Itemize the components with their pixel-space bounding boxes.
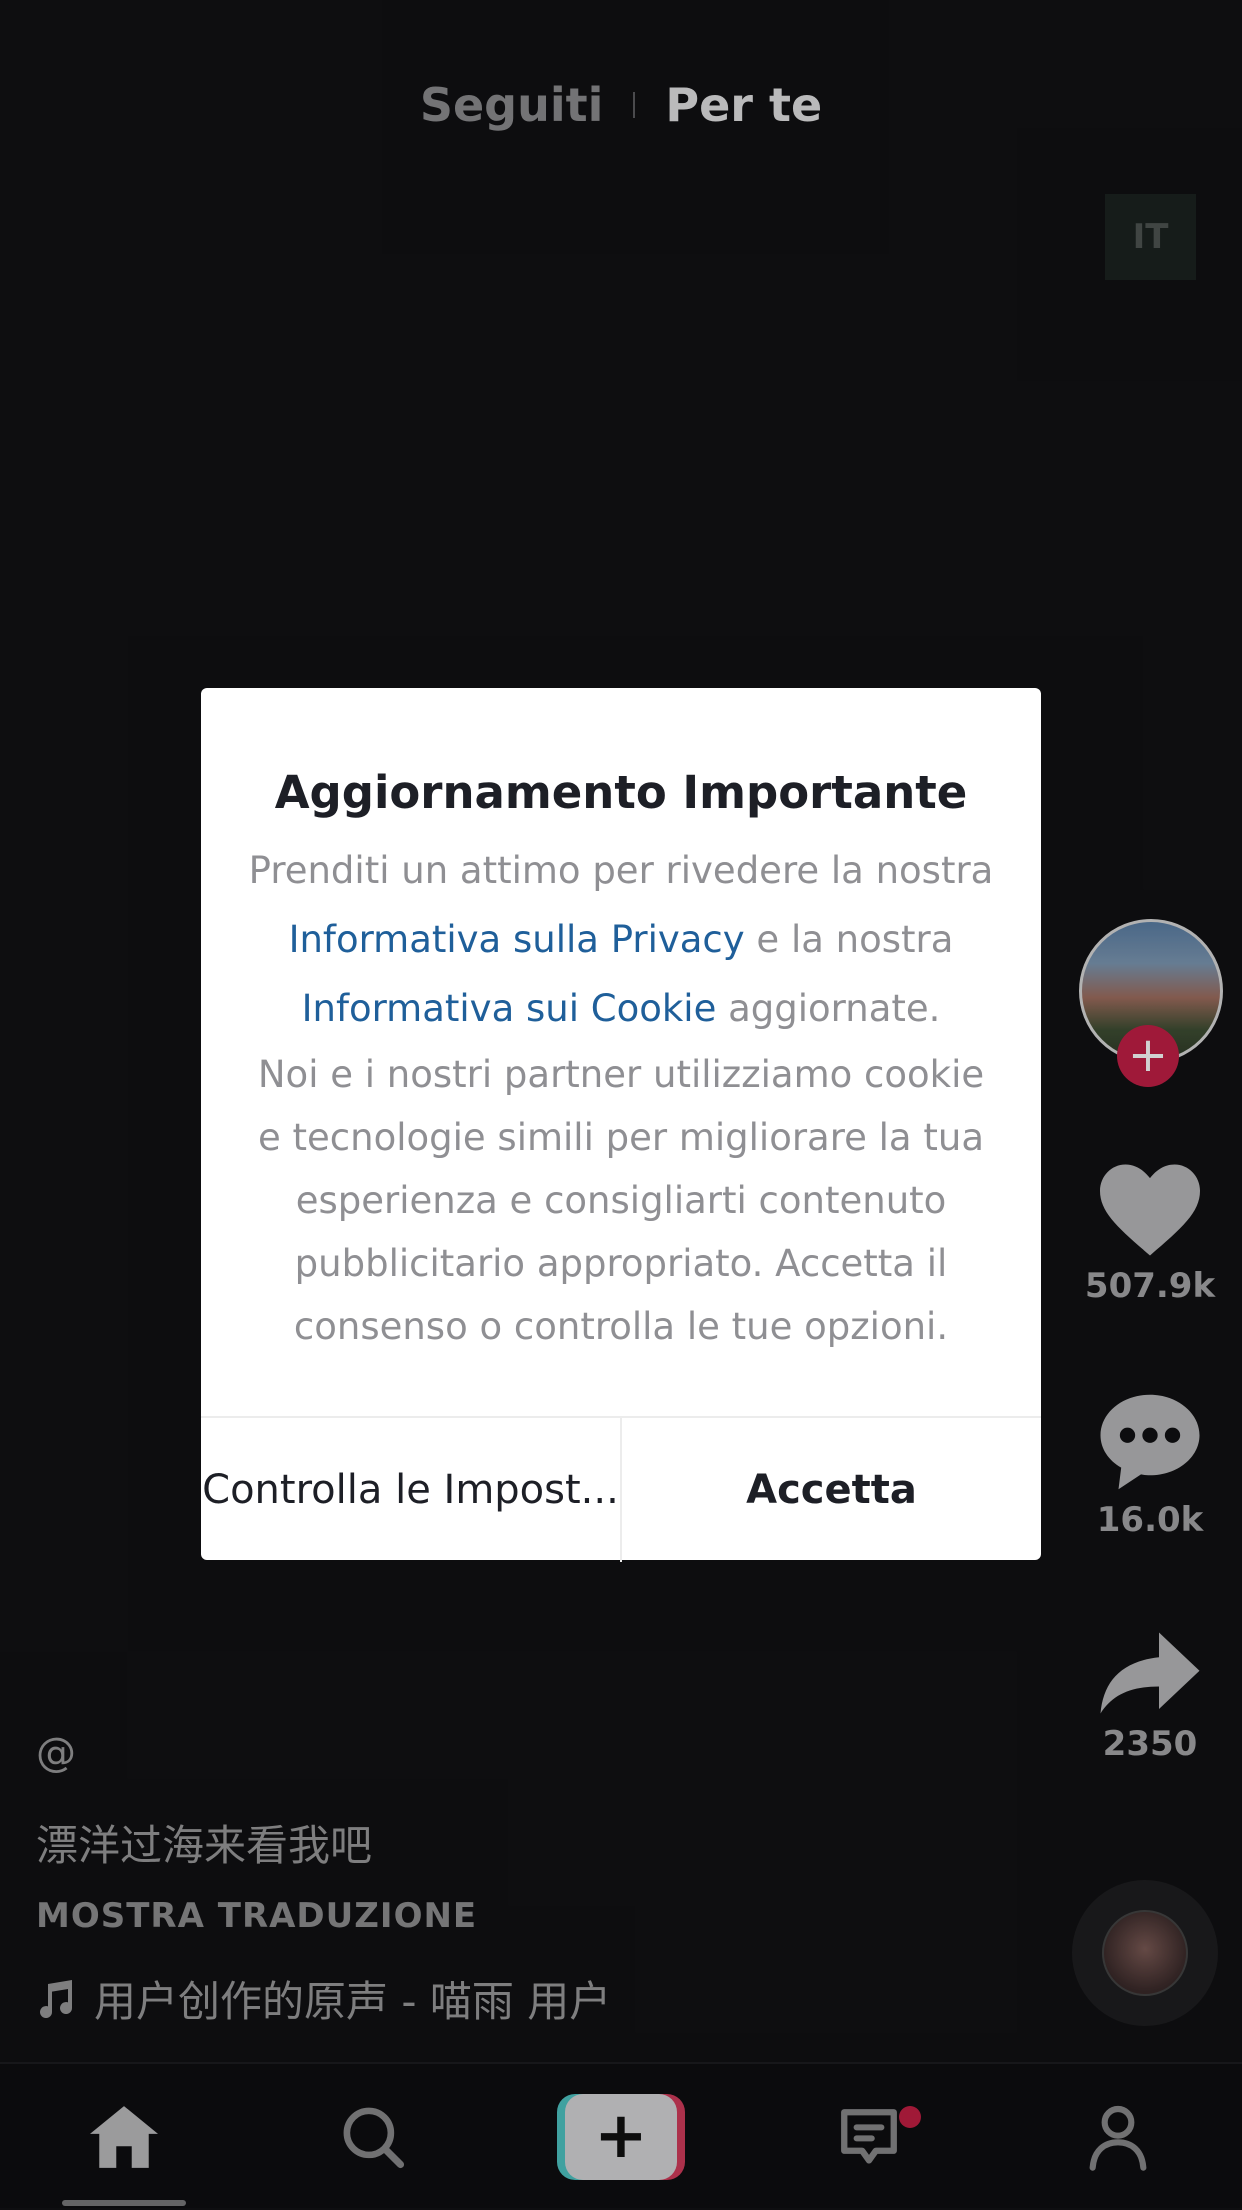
privacy-policy-link[interactable]: Informativa sulla Privacy (289, 918, 745, 961)
dialog-text-line: pubblicitario appropriato. Accetta il (294, 1242, 948, 1285)
dialog-text-line: Informativa sui Cookie aggiornate. (241, 974, 1001, 1043)
dialog-title: Aggiornamento Importante (274, 766, 968, 819)
dialog-text-line: Informativa sulla Privacy e la nostra (241, 905, 1001, 974)
dialog-body: Prenditi un attimo per rivedere la nostr… (241, 836, 1001, 1358)
dialog-text-line: consenso o controlla le tue opzioni. (293, 1305, 949, 1348)
dialog-text-line: Noi e i nostri partner utilizziamo cooki… (257, 1053, 985, 1096)
privacy-update-dialog: Aggiornamento Importante Prenditi un att… (201, 688, 1041, 1562)
dialog-text-fragment: e la nostra (744, 918, 954, 961)
dialog-text-line: Prenditi un attimo per rivedere la nostr… (248, 849, 994, 892)
manage-settings-button[interactable]: Controlla le Impost... (201, 1418, 622, 1562)
accept-button[interactable]: Accetta (622, 1418, 1041, 1562)
dialog-text-line: esperienza e consigliarti contenuto (295, 1179, 947, 1222)
dialog-actions: Controlla le Impost... Accetta (201, 1416, 1041, 1562)
dialog-text-fragment: aggiornate. (716, 987, 941, 1030)
dialog-text-line: e tecnologie simili per migliorare la tu… (257, 1116, 985, 1159)
cookie-policy-link[interactable]: Informativa sui Cookie (302, 987, 717, 1030)
